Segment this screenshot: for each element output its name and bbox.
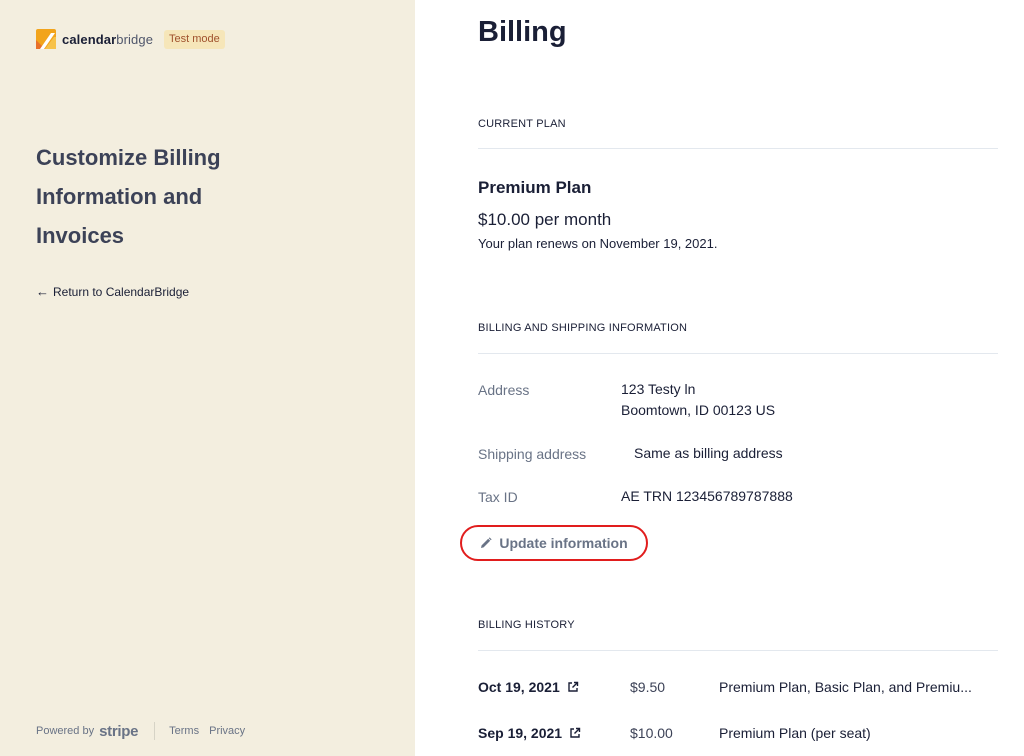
billing-history-row[interactable]: Sep 19, 2021 $10.00 Premium Plan (per se…	[478, 725, 998, 745]
terms-link[interactable]: Terms	[169, 725, 199, 737]
invoice-description: Premium Plan, Basic Plan, and Premiu...	[719, 679, 972, 695]
address-line-1: 123 Testy ln	[621, 381, 696, 397]
invoice-description: Premium Plan (per seat)	[719, 725, 871, 741]
shipping-address-value: Same as billing address	[634, 445, 783, 461]
billing-history-heading: BILLING HISTORY	[478, 619, 575, 631]
invoice-amount: $9.50	[630, 679, 666, 695]
footer: Powered by stripe Terms Privacy	[36, 722, 255, 740]
brand[interactable]: calendarbridge Test mode	[36, 29, 225, 49]
tax-id-label: Tax ID	[478, 489, 518, 505]
tax-id-value: AE TRN 123456789787888	[621, 488, 793, 504]
address-line-2: Boomtown, ID 00123 US	[621, 402, 776, 418]
arrow-left-icon: ←	[36, 284, 49, 299]
pencil-icon	[481, 537, 492, 548]
plan-name: Premium Plan	[478, 178, 592, 197]
plan-renewal-date: Your plan renews on November 19, 2021.	[478, 236, 718, 251]
calendarbridge-logo-icon	[36, 29, 56, 49]
return-link-label: Return to CalendarBridge	[53, 284, 190, 299]
invoice-date-link[interactable]: Sep 19, 2021	[478, 725, 581, 741]
current-plan-heading: CURRENT PLAN	[478, 118, 566, 130]
plan-price: $10.00 per month	[478, 210, 612, 229]
billing-info-heading: BILLING AND SHIPPING INFORMATION	[478, 322, 688, 334]
powered-by-text: Powered by	[36, 725, 95, 737]
divider	[478, 353, 998, 354]
address-label: Address	[478, 382, 530, 398]
sidebar-title: Customize Billing Information and Invoic…	[36, 145, 221, 248]
external-link-icon	[570, 727, 581, 738]
invoice-amount: $10.00	[630, 725, 673, 741]
footer-divider	[154, 722, 156, 740]
sidebar: calendarbridge Test mode Customize Billi…	[0, 0, 415, 756]
page-title: Billing	[478, 16, 567, 48]
shipping-address-label: Shipping address	[478, 446, 587, 462]
divider	[478, 148, 998, 149]
update-information-button[interactable]: Update information	[460, 525, 648, 561]
update-information-label: Update information	[499, 535, 628, 551]
return-link[interactable]: ← Return to CalendarBridge	[36, 284, 189, 299]
billing-history-row[interactable]: Oct 19, 2021 $9.50 Premium Plan, Basic P…	[478, 679, 998, 699]
test-mode-badge: Test mode	[164, 29, 225, 49]
brand-name: calendarbridge	[62, 31, 154, 47]
privacy-link[interactable]: Privacy	[209, 725, 245, 737]
external-link-icon	[568, 681, 578, 692]
stripe-logo[interactable]: stripe	[99, 723, 138, 740]
invoice-date: Sep 19, 2021	[478, 725, 563, 741]
divider	[478, 650, 998, 651]
invoice-date: Oct 19, 2021	[478, 679, 560, 695]
invoice-date-link[interactable]: Oct 19, 2021	[478, 679, 579, 695]
